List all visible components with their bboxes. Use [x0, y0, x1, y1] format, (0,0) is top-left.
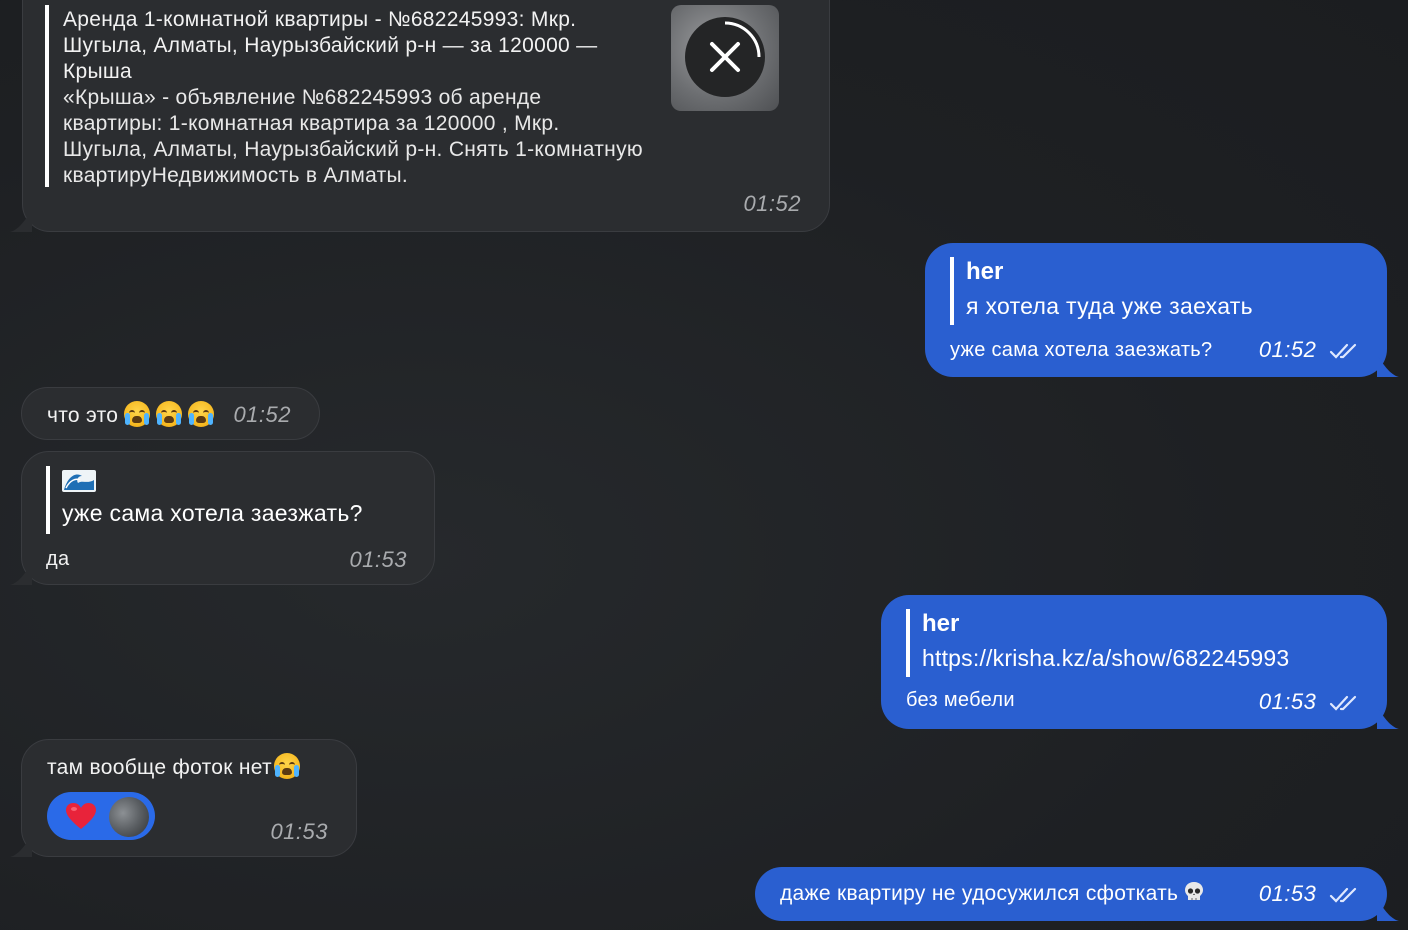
link-preview-card[interactable]: Аренда 1-комнатной квартиры - №682245993… [45, 5, 705, 187]
double-check-icon [1329, 696, 1357, 711]
bubble-tail [1377, 355, 1399, 377]
message-time: 01:52 [743, 191, 801, 216]
reply-quote[interactable]: her я хотела туда уже заехать [950, 257, 1253, 325]
quote-text: я хотела туда уже заехать [966, 293, 1253, 319]
bubble-tail [1377, 707, 1399, 729]
message-text: уже сама хотела заезжать? [950, 339, 1213, 361]
quote-link[interactable]: https://krisha.kz/a/show/682245993 [922, 639, 1289, 677]
message-outgoing-reply[interactable]: her https://krisha.kz/a/show/682245993 б… [881, 595, 1387, 729]
message-text: что это [47, 401, 215, 429]
message-outgoing[interactable]: даже квартиру не удосужился сфоткать 01:… [755, 867, 1387, 921]
cancel-download-icon[interactable] [685, 17, 765, 97]
message-text: да [46, 548, 70, 570]
link-preview-title: Аренда 1-комнатной квартиры - №682245993… [63, 8, 598, 83]
message-time: 01:53 [1259, 689, 1361, 715]
message-outgoing-reply[interactable]: her я хотела туда уже заехать уже сама х… [925, 243, 1387, 377]
link-preview-description: «Крыша» - объявление №682245993 об аренд… [63, 86, 643, 187]
message-time: 01:53 [1259, 881, 1361, 907]
avatar[interactable] [109, 797, 149, 837]
skull-emoji-icon [1182, 880, 1206, 904]
message-time: 01:53 [349, 547, 407, 572]
quote-text: уже сама хотела заезжать? [62, 500, 363, 526]
reaction-pill[interactable] [47, 792, 155, 840]
reply-quote[interactable]: her https://krisha.kz/a/show/682245993 [906, 609, 1289, 677]
wave-emoji-icon [62, 466, 96, 494]
double-check-icon [1329, 344, 1357, 359]
loudly-crying-emoji-icon [188, 401, 215, 427]
loudly-crying-emoji-icon [273, 753, 300, 779]
heart-icon [66, 803, 96, 829]
message-text: без мебели [906, 689, 1015, 711]
message-incoming[interactable]: там вообще фоток нет 01:53 [21, 739, 357, 857]
bubble-tail [10, 835, 32, 857]
quote-author: her [922, 610, 960, 637]
message-time: 01:52 [233, 402, 291, 427]
message-time: 01:52 [1259, 337, 1361, 363]
reply-quote[interactable]: уже сама хотела заезжать? [46, 466, 363, 534]
bubble-tail [1377, 899, 1399, 921]
message-incoming[interactable]: что это 01:52 [21, 387, 320, 440]
link-preview-thumbnail[interactable] [671, 5, 779, 111]
message-link-preview[interactable]: Аренда 1-комнатной квартиры - №682245993… [22, 0, 830, 232]
bubble-tail [10, 563, 32, 585]
chat-view[interactable]: Аренда 1-комнатной квартиры - №682245993… [0, 0, 1408, 930]
message-incoming-reply[interactable]: уже сама хотела заезжать? да 01:53 [21, 451, 435, 585]
message-text: там вообще фоток нет [47, 753, 300, 781]
message-text: даже квартиру не удосужился сфоткать [780, 880, 1206, 907]
bubble-tail [10, 210, 32, 232]
message-time: 01:53 [270, 819, 328, 844]
loudly-crying-emoji-icon [156, 401, 183, 427]
double-check-icon [1329, 888, 1357, 903]
loudly-crying-emoji-icon [124, 401, 151, 427]
quote-author: her [966, 258, 1004, 285]
